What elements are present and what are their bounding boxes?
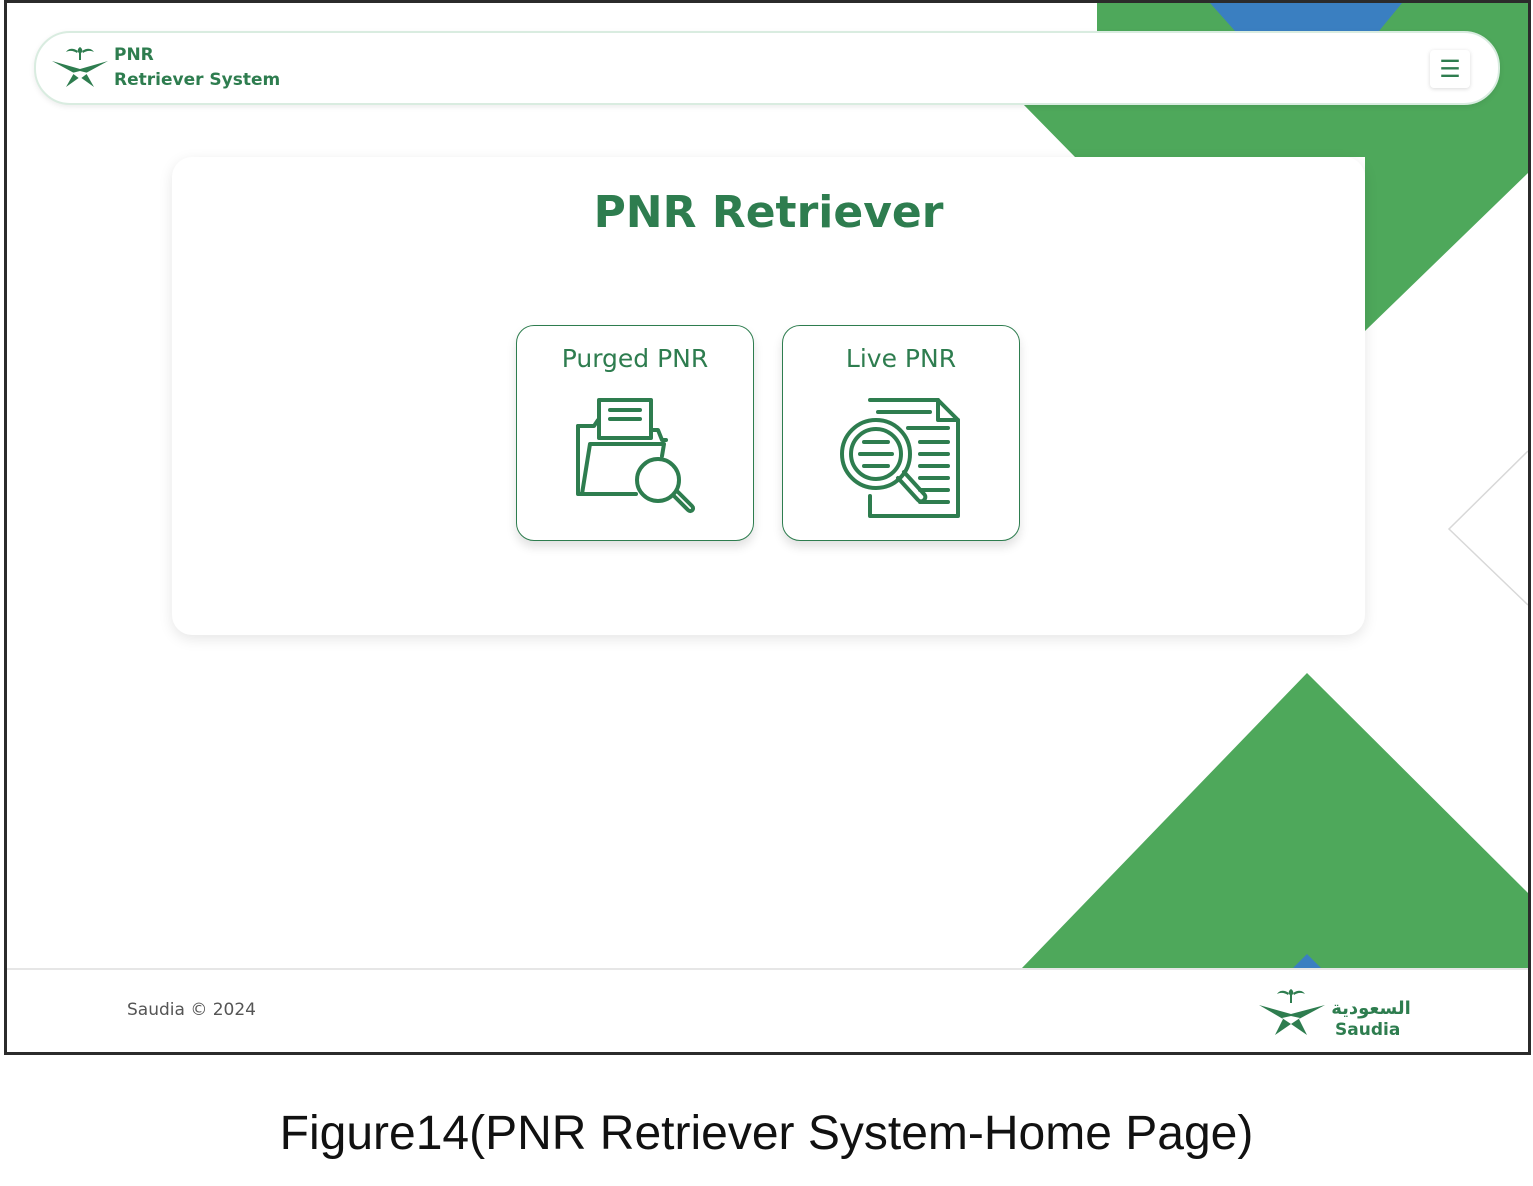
live-pnr-label: Live PNR (845, 344, 957, 373)
page-title: PNR Retriever (593, 187, 944, 238)
hamburger-menu-icon: ☰ (1439, 55, 1461, 83)
saudia-emblem-icon (1259, 989, 1325, 1035)
main-card: PNR Retriever Purged PNR Live PNR (172, 157, 1365, 635)
figure-caption: Figure14(PNR Retriever System-Home Page) (279, 1107, 1254, 1160)
footer-logo-latin: Saudia (1335, 1020, 1400, 1040)
folder-search-icon (576, 398, 696, 514)
document-search-icon (840, 398, 960, 518)
right-outline-shape (1447, 450, 1528, 606)
brand-title-line2: Retriever System (114, 70, 281, 90)
saudia-logo-icon (52, 47, 108, 87)
footer-saudia-logo: السعودية Saudia (1255, 983, 1415, 1048)
bottom-right-green-shape (1022, 673, 1528, 968)
live-pnr-tile[interactable]: Live PNR (782, 325, 1020, 541)
brand[interactable]: PNR Retriever System (50, 43, 280, 93)
footer-logo-arabic: السعودية (1331, 998, 1411, 1019)
footer-divider (7, 968, 1528, 970)
browser-viewport: PNR Retriever System ☰ PNR Retriever Pur… (4, 0, 1531, 1055)
top-navbar: PNR Retriever System ☰ (34, 31, 1500, 105)
brand-title-line1: PNR (114, 45, 154, 65)
footer-copyright: Saudia © 2024 (127, 1000, 256, 1020)
purged-pnr-tile[interactable]: Purged PNR (516, 325, 754, 541)
top-blue-shape (1210, 3, 1402, 31)
purged-pnr-label: Purged PNR (561, 344, 709, 373)
hamburger-menu-button[interactable]: ☰ (1430, 50, 1470, 88)
